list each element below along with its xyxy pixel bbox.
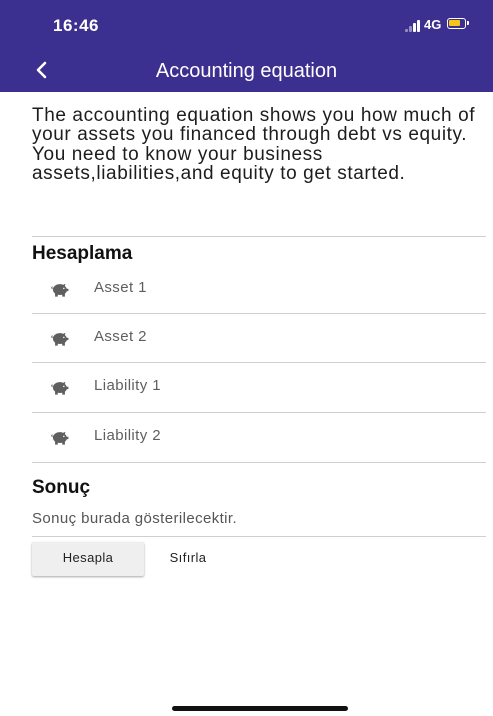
piggy-bank-icon xyxy=(50,282,70,298)
result-text: Sonuç burada gösterilecektir. xyxy=(32,510,238,527)
liability-1-placeholder: Liability 1 xyxy=(94,377,161,394)
result-heading: Sonuç xyxy=(32,477,91,498)
battery-icon xyxy=(447,18,469,29)
liability-2-placeholder: Liability 2 xyxy=(94,427,161,444)
asset-1-field[interactable]: Asset 1 xyxy=(32,275,486,315)
network-type: 4G xyxy=(424,17,442,32)
divider xyxy=(32,236,486,237)
asset-1-placeholder: Asset 1 xyxy=(94,279,147,296)
app-bar: Accounting equation xyxy=(0,50,493,92)
liability-1-field[interactable]: Liability 1 xyxy=(32,373,486,413)
field-underline xyxy=(32,412,486,413)
liability-2-field[interactable]: Liability 2 xyxy=(32,423,486,463)
chevron-left-icon xyxy=(36,61,47,79)
piggy-bank-icon xyxy=(50,430,70,446)
reset-button[interactable]: Sıfırla xyxy=(144,542,232,576)
field-underline xyxy=(32,313,486,314)
intro-text: The accounting equation shows you how mu… xyxy=(32,105,476,185)
field-underline xyxy=(32,462,486,463)
asset-2-placeholder: Asset 2 xyxy=(94,328,147,345)
signal-icon xyxy=(405,20,421,32)
page-title: Accounting equation xyxy=(155,60,338,82)
divider xyxy=(32,536,486,537)
asset-2-field[interactable]: Asset 2 xyxy=(32,324,486,364)
field-underline xyxy=(32,362,486,363)
piggy-bank-icon xyxy=(50,380,70,396)
status-bar: 16:46 4G xyxy=(0,0,493,50)
piggy-bank-icon xyxy=(50,331,70,347)
home-indicator[interactable] xyxy=(172,706,348,711)
back-button[interactable] xyxy=(30,56,54,84)
calculation-heading: Hesaplama xyxy=(32,243,133,264)
calculate-button[interactable]: Hesapla xyxy=(32,542,144,576)
status-time: 16:46 xyxy=(53,16,99,35)
